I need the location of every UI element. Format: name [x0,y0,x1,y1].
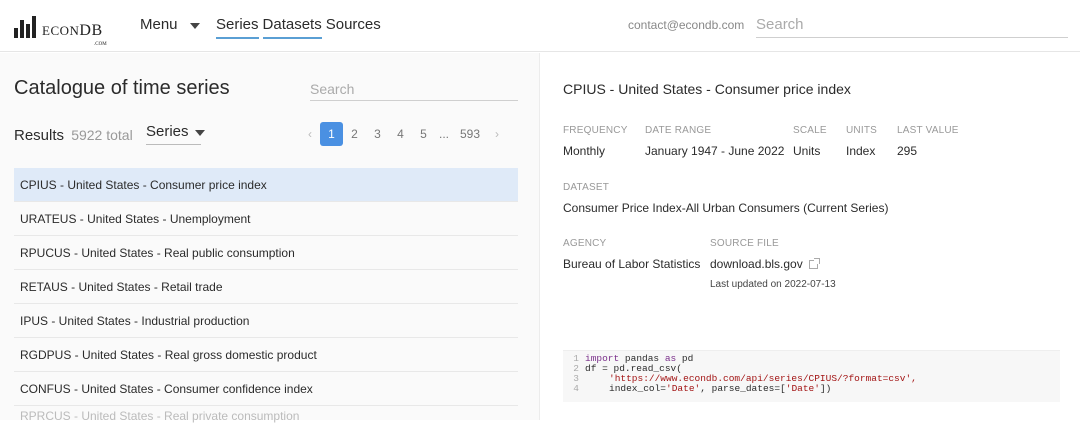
source-file-label: SOURCE FILE [710,238,779,249]
contact-email-link[interactable]: contact@econdb.com [628,18,744,32]
units-value: Index [846,144,876,158]
page-button-2[interactable]: 2 [343,122,366,146]
page-button-1[interactable]: 1 [320,122,343,146]
date-range-label: DATE RANGE [645,125,712,136]
type-filter-label: Series [146,123,189,140]
logo-bars-icon [14,16,36,38]
catalogue-panel: Catalogue of time series Results 5922 to… [0,53,540,423]
list-item[interactable]: RPRCUS - United States - Real private co… [14,406,518,426]
list-item[interactable]: RPUCUS - United States - Real public con… [14,236,518,270]
prev-page-button[interactable]: ‹ [300,122,320,146]
scale-value: Units [793,144,821,158]
nav-link-sources[interactable]: Sources [326,16,381,39]
units-label: UNITS [846,125,877,136]
list-item[interactable]: URATEUS - United States - Unemployment [14,202,518,236]
results-label: Results [14,127,65,144]
page-button-4[interactable]: 4 [389,122,412,146]
frequency-label: FREQUENCY [563,125,628,136]
code-snippet[interactable]: 1 import pandas as pd 2 df = pd.read_csv( … [563,350,1060,402]
page-button-5[interactable]: 5 [412,122,435,146]
frequency-value: Monthly [563,144,606,158]
last-updated-text: Last updated on 2022-07-13 [710,279,836,290]
dataset-value[interactable]: Consumer Price Index-All Urban Consumers… [563,201,888,215]
page-title: Catalogue of time series [14,77,230,99]
list-item[interactable]: RGDPUS - United States - Real gross dome… [14,338,518,372]
menu-label: Menu [140,16,178,33]
next-page-button[interactable]: › [487,122,507,146]
top-navigation-bar: ECONDB .COM Menu Series Datasets Sources… [0,0,1080,52]
global-search-input[interactable] [756,12,1068,38]
menu-dropdown[interactable]: Menu [140,16,200,33]
external-link-icon [808,258,820,269]
chevron-down-icon [194,129,205,136]
scale-label: SCALE [793,125,827,136]
last-value-label: LAST VALUE [897,125,959,136]
results-summary: Results 5922 total [14,127,133,144]
dataset-label: DATASET [563,182,610,193]
chevron-down-icon [189,22,200,29]
list-item[interactable]: CONFUS - United States - Consumer confid… [14,372,518,406]
list-item[interactable]: CPIUS - United States - Consumer price i… [14,168,518,202]
page-button-3[interactable]: 3 [366,122,389,146]
results-count: 5922 total [71,127,133,143]
agency-value[interactable]: Bureau of Labor Statistics [563,257,700,271]
econdb-logo[interactable]: ECONDB .COM [14,12,107,48]
series-detail-panel: CPIUS - United States - Consumer price i… [541,53,1080,420]
primary-nav: Series Datasets Sources [216,16,381,39]
series-list: CPIUS - United States - Consumer price i… [14,168,518,426]
type-filter-dropdown[interactable]: Series [146,123,205,145]
list-item[interactable]: RETAUS - United States - Retail trade [14,270,518,304]
list-item[interactable]: IPUS - United States - Industrial produc… [14,304,518,338]
last-value: 295 [897,144,918,158]
nav-link-datasets[interactable]: Datasets [262,16,322,39]
pagination: ‹ 1 2 3 4 5 ... 593 › [300,122,507,146]
agency-label: AGENCY [563,238,607,249]
date-range-value: January 1947 - June 2022 [645,144,785,158]
source-file-link[interactable]: download.bls.gov [710,257,820,271]
source-file-text: download.bls.gov [710,257,803,271]
pagination-ellipsis: ... [438,127,449,141]
detail-title: CPIUS - United States - Consumer price i… [563,81,851,97]
page-button-last[interactable]: 593 [453,122,487,146]
logo-wordmark: ECONDB .COM [42,22,107,48]
nav-link-series[interactable]: Series [216,16,259,39]
catalogue-search-input[interactable] [310,77,518,101]
